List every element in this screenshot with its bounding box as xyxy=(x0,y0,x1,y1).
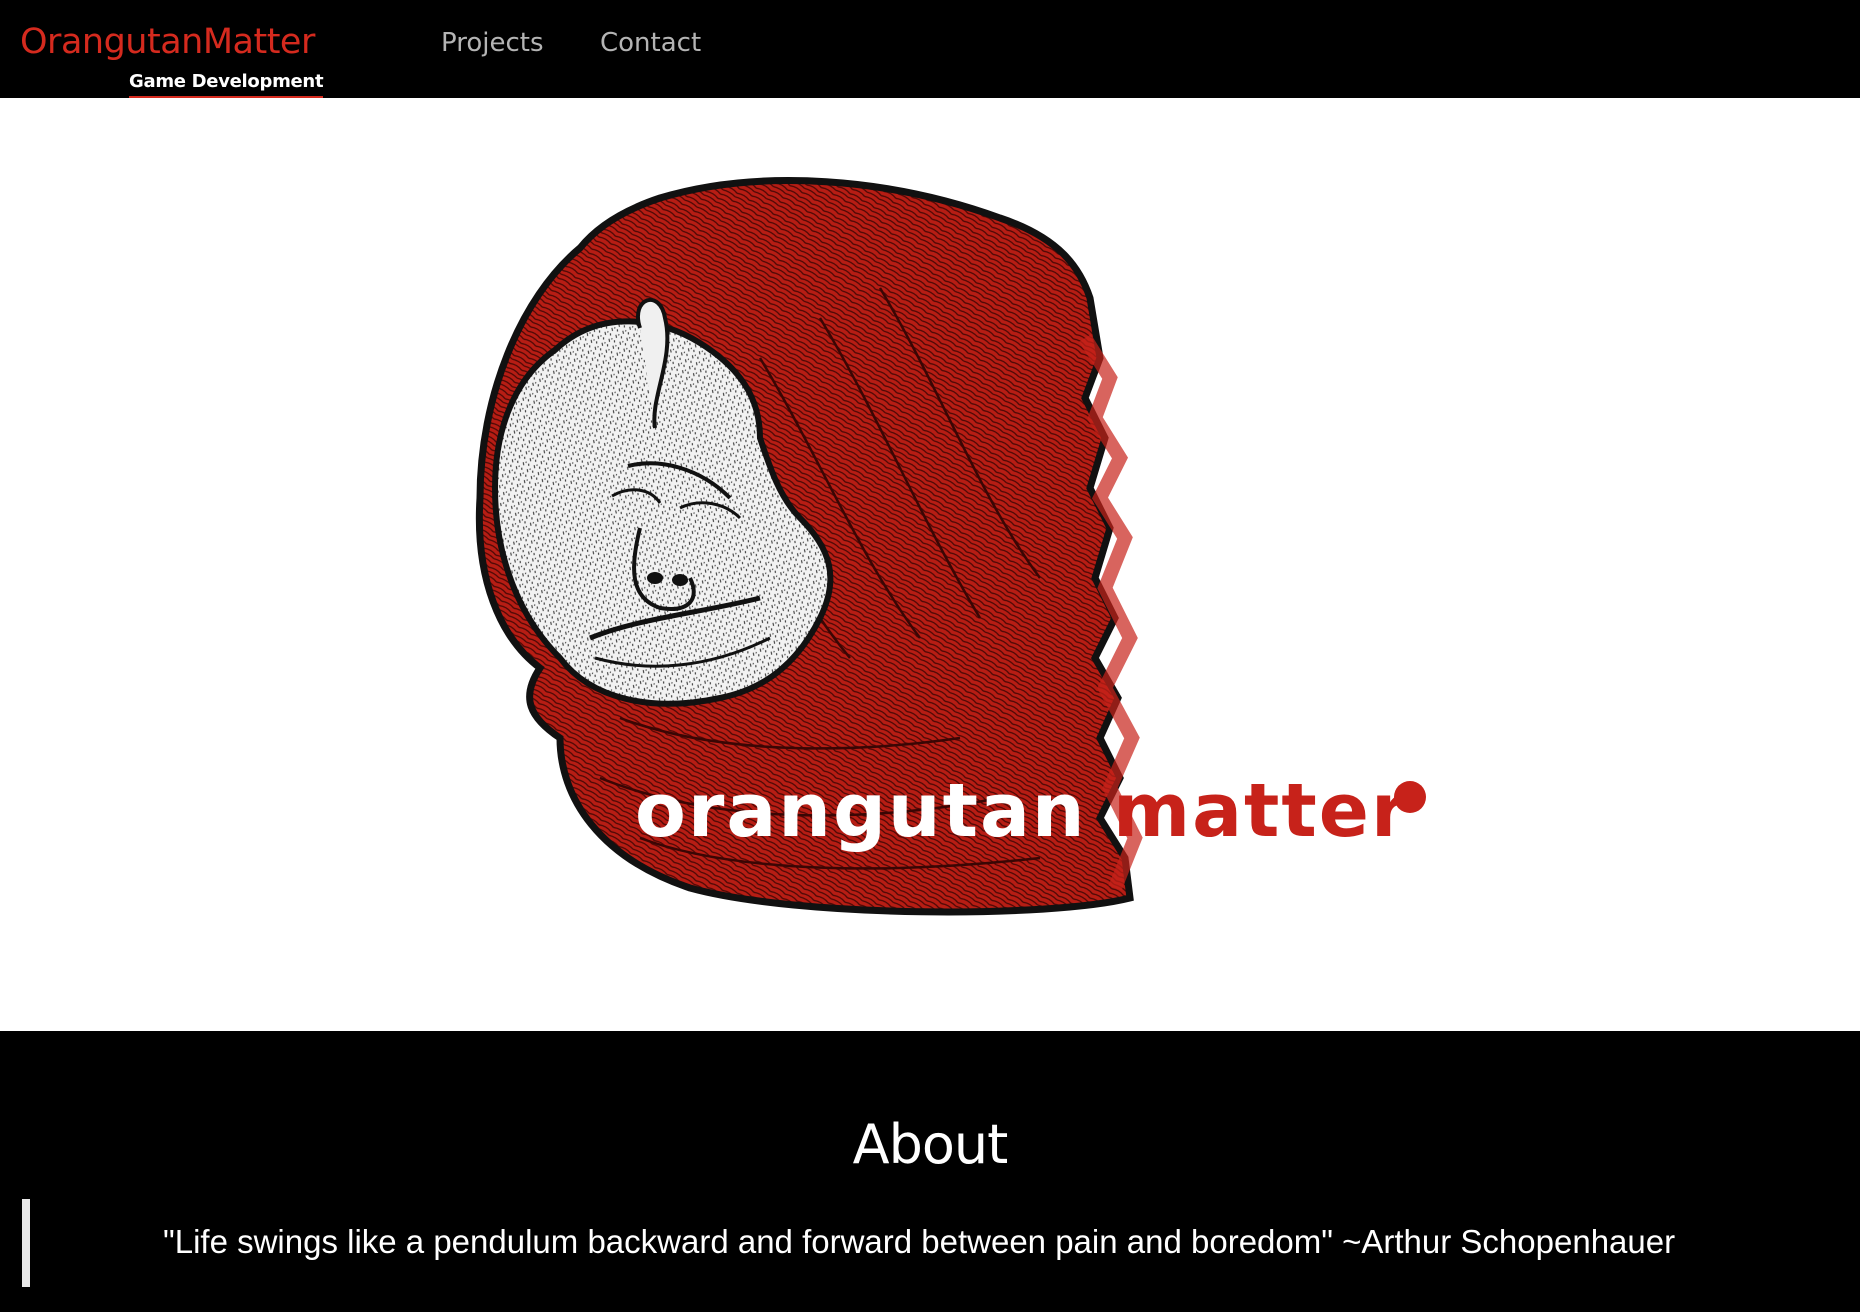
quote-bar xyxy=(22,1199,30,1287)
nav-link-contact[interactable]: Contact xyxy=(600,28,701,58)
orangutan-logo-image: orangutan matter xyxy=(475,177,1426,916)
logo-dot xyxy=(1394,781,1426,813)
about-quote: "Life swings like a pendulum backward an… xyxy=(163,1223,1676,1260)
top-navbar: OrangutanMatter Game Development Project… xyxy=(0,0,1860,99)
brand-subtitle: Game Development xyxy=(129,71,324,99)
logo-word-matter: matter xyxy=(1113,768,1409,854)
hero-banner: orangutan matter xyxy=(0,98,1860,1031)
about-section: About "Life swings like a pendulum backw… xyxy=(0,1031,1860,1312)
about-title: About xyxy=(852,1113,1009,1176)
brand-title: OrangutanMatter xyxy=(20,22,315,62)
brand-home-link[interactable]: OrangutanMatter Game Development xyxy=(20,22,324,99)
nav-link-projects[interactable]: Projects xyxy=(441,28,544,58)
logo-word-orangutan: orangutan xyxy=(635,768,1087,854)
